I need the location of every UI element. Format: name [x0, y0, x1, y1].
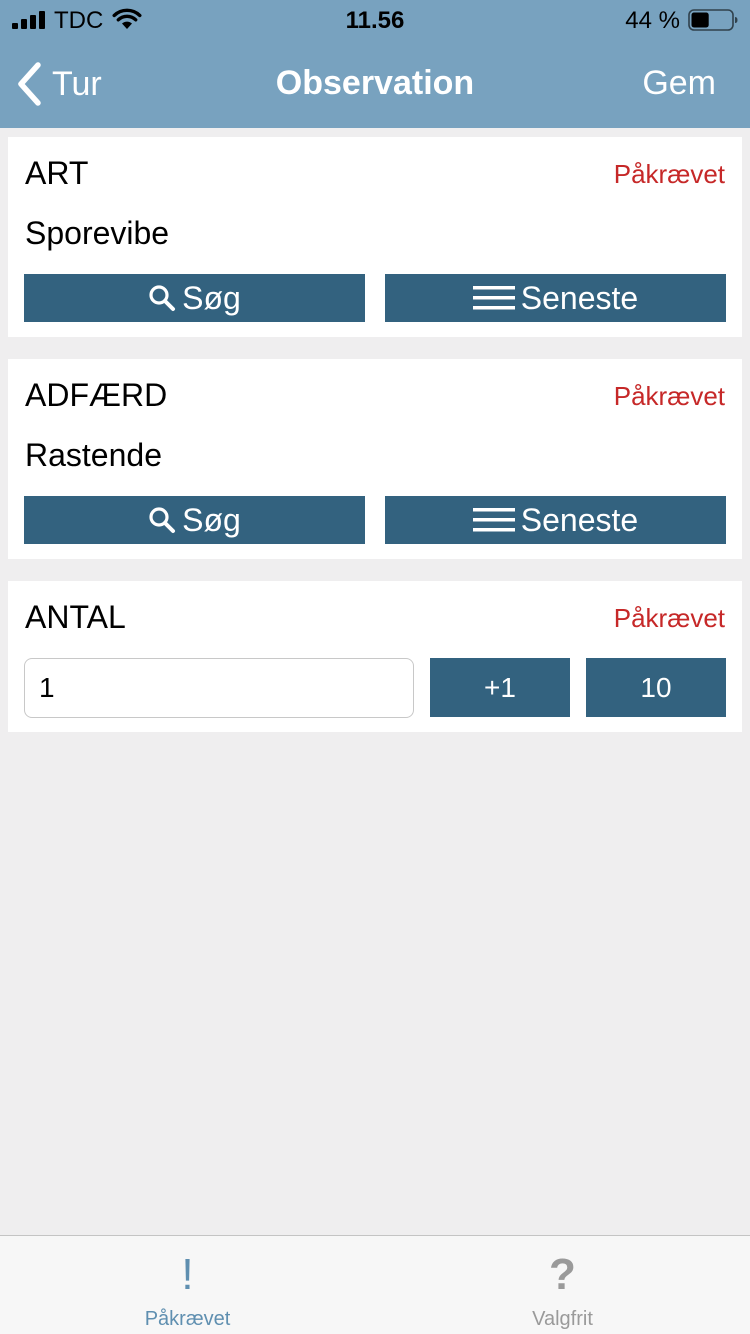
search-button-label: Søg	[182, 279, 241, 316]
question-mark-icon: ?	[549, 1250, 576, 1299]
count-input[interactable]	[24, 658, 414, 718]
status-bar: TDC 11.56 44 %	[0, 0, 750, 40]
section-label: ADFÆRD	[25, 377, 168, 413]
search-icon	[149, 285, 176, 311]
tab-label: Valgfrit	[532, 1308, 593, 1330]
section-label: ANTAL	[25, 599, 126, 635]
recent-button[interactable]: Seneste	[385, 274, 726, 322]
list-icon	[472, 286, 515, 310]
header: TDC 11.56 44 % Tur Observation Gem	[0, 0, 750, 128]
recent-button-label: Seneste	[520, 501, 639, 538]
tab-label: Påkrævet	[144, 1308, 231, 1330]
battery-percentage: 44 %	[625, 7, 680, 34]
section-label: ART	[25, 155, 89, 191]
tab-optional[interactable]: ? Valgfrit	[375, 1236, 750, 1334]
page-title: Observation	[275, 64, 475, 102]
section-art: ART Påkrævet Sporevibe Søg Seneste	[8, 137, 742, 337]
section-antal: ANTAL Påkrævet +1 10	[8, 581, 742, 732]
battery-icon	[688, 9, 738, 31]
list-icon	[472, 508, 515, 532]
required-badge: Påkrævet	[613, 381, 725, 411]
exclamation-icon: !	[181, 1250, 194, 1299]
save-button[interactable]: Gem	[642, 64, 716, 103]
navigation-bar: Tur Observation Gem	[0, 40, 750, 128]
required-badge: Påkrævet	[613, 159, 725, 189]
ten-button[interactable]: 10	[586, 658, 726, 717]
search-button-label: Søg	[182, 501, 241, 538]
recent-button[interactable]: Seneste	[385, 496, 726, 544]
tab-bar: ! Påkrævet ? Valgfrit	[0, 1235, 750, 1334]
required-badge: Påkrævet	[613, 603, 725, 633]
tab-required[interactable]: ! Påkrævet	[0, 1236, 375, 1334]
search-button[interactable]: Søg	[24, 496, 365, 544]
section-adfaerd: ADFÆRD Påkrævet Rastende Søg Seneste	[8, 359, 742, 559]
search-icon	[149, 507, 176, 533]
recent-button-label: Seneste	[520, 279, 639, 316]
behavior-value[interactable]: Rastende	[25, 437, 162, 474]
species-value[interactable]: Sporevibe	[25, 215, 169, 252]
plus-one-button[interactable]: +1	[430, 658, 570, 717]
search-button[interactable]: Søg	[24, 274, 365, 322]
